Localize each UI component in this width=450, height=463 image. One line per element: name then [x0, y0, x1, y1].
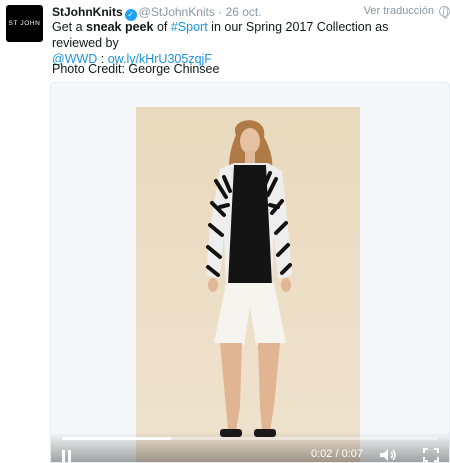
progress-fill — [62, 437, 172, 440]
tweet-text-bold: sneak peek — [86, 20, 154, 34]
tweet-text-part: of — [153, 20, 171, 34]
video-frame — [136, 107, 360, 462]
globe-icon[interactable] — [439, 6, 450, 19]
hashtag-link[interactable]: #Sport — [171, 20, 208, 34]
fullscreen-icon[interactable] — [423, 448, 439, 462]
volume-icon[interactable] — [379, 448, 397, 462]
model-figure — [206, 120, 292, 437]
video-time: 0:02 / 0:07 — [311, 448, 363, 460]
author-handle[interactable]: @StJohnKnits — [139, 5, 215, 19]
avatar[interactable]: ST JOHN — [6, 5, 43, 42]
separator: · — [218, 5, 223, 19]
progress-bar[interactable] — [62, 437, 438, 440]
author-name[interactable]: StJohnKnits — [52, 5, 123, 19]
avatar-logo-text: ST JOHN — [8, 20, 41, 27]
tweet-text-part: Get a — [52, 20, 87, 34]
tweet-date[interactable]: 26 oct. — [226, 5, 262, 19]
photo-credit: Photo Credit: George Chinsee — [52, 62, 220, 76]
video-player[interactable]: 0:02 / 0:07 — [50, 82, 450, 463]
tweet-text: Get a sneak peek of #Sport in our Spring… — [52, 19, 432, 67]
video-controls: 0:02 / 0:07 — [51, 432, 449, 462]
translate-link[interactable]: Ver traducción — [364, 5, 434, 17]
pause-button[interactable] — [62, 450, 74, 462]
